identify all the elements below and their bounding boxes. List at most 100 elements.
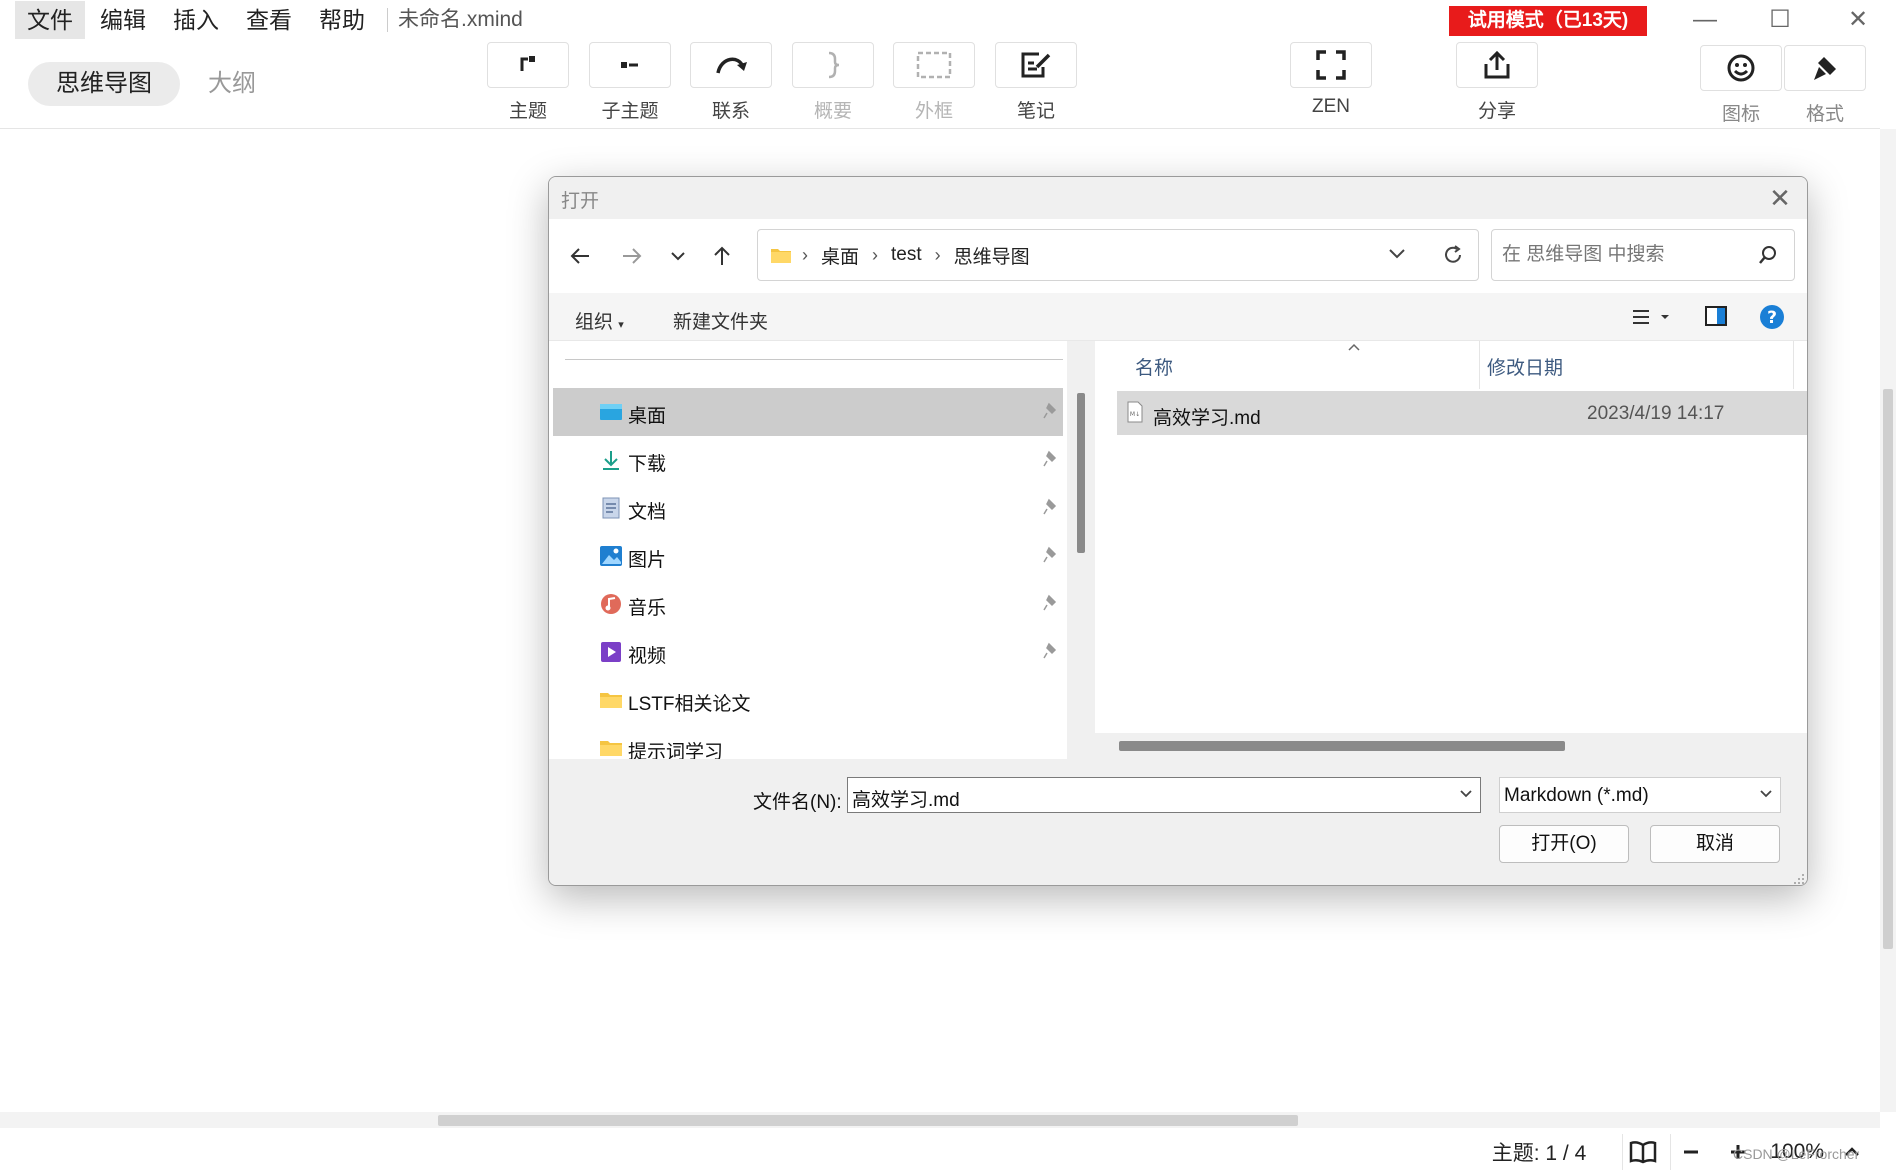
chevron-down-icon[interactable] (1458, 786, 1474, 802)
navpane-scrollbar[interactable] (1067, 341, 1095, 759)
canvas-horizontal-scrollbar[interactable] (0, 1112, 1880, 1128)
picture-icon (600, 546, 622, 566)
maximize-button[interactable]: ☐ (1760, 4, 1800, 36)
svg-text:?: ? (1767, 308, 1777, 328)
icon-panel-tool[interactable]: 图标 (1700, 45, 1782, 126)
new-folder-button[interactable]: 新建文件夹 (673, 307, 768, 334)
dialog-title: 打开 (561, 191, 600, 212)
tab-outline[interactable]: 大纲 (180, 62, 284, 106)
minimize-button[interactable]: — (1685, 4, 1725, 36)
menu-help[interactable]: 帮助 (307, 1, 377, 39)
search-box[interactable] (1491, 229, 1795, 281)
folder-icon (771, 249, 791, 263)
folder-icon (600, 693, 622, 708)
view-options-icon[interactable] (1631, 307, 1671, 332)
forward-button[interactable] (615, 239, 649, 273)
boundary-tool[interactable]: 外框 (893, 42, 975, 123)
address-history-chevron-icon[interactable] (1388, 246, 1406, 265)
share-tool[interactable]: 分享 (1456, 42, 1538, 123)
topic-count: 主题: 1 / 4 (1491, 1141, 1587, 1165)
zoom-out-button[interactable] (1670, 1133, 1710, 1170)
column-divider[interactable] (1479, 341, 1480, 389)
pin-icon (1043, 546, 1057, 563)
format-panel-label: 格式 (1805, 104, 1844, 125)
topic-tool-label: 主题 (508, 101, 547, 122)
menu-view[interactable]: 查看 (234, 1, 304, 39)
pin-icon (1043, 450, 1057, 467)
close-window-button[interactable]: ✕ (1838, 4, 1878, 36)
refresh-icon[interactable] (1442, 244, 1464, 271)
summary-brace-icon (828, 51, 840, 79)
filename-value[interactable]: 高效学习.md (852, 785, 960, 812)
topic-tool[interactable]: 主题 (487, 42, 569, 123)
column-header-name[interactable]: 名称 (1135, 353, 1173, 380)
summary-tool[interactable]: 概要 (792, 42, 874, 123)
breadcrumb-mindmap[interactable]: 思维导图 (954, 242, 1030, 269)
breadcrumb-separator: › (872, 244, 879, 265)
breadcrumb-desktop[interactable]: 桌面 (821, 242, 859, 269)
subtopic-icon (621, 62, 638, 68)
address-bar[interactable]: › 桌面 › test › 思维导图 (757, 229, 1479, 281)
dropdown-caret-icon: ▾ (618, 319, 624, 331)
sort-ascending-icon (1347, 339, 1361, 357)
filelist-scroll-thumb[interactable] (1119, 741, 1565, 751)
pin-icon (1043, 594, 1057, 611)
dialog-navigation-bar: › 桌面 › test › 思维导图 (549, 219, 1807, 293)
search-input[interactable] (1502, 244, 1752, 266)
desktop-icon (600, 404, 622, 420)
file-row[interactable]: M↓ 高效学习.md 2023/4/19 14:17 (1117, 391, 1807, 435)
filetype-value: Markdown (*.md) (1504, 785, 1649, 806)
subtopic-tool[interactable]: 子主题 (589, 42, 671, 123)
canvas-vertical-scrollbar[interactable] (1880, 129, 1896, 1112)
column-divider[interactable] (1793, 341, 1794, 389)
nav-item-desktop[interactable]: 桌面 (553, 388, 1063, 436)
organize-label: 组织 (575, 312, 614, 333)
cancel-button[interactable]: 取消 (1650, 825, 1780, 863)
file-name: 高效学习.md (1153, 408, 1261, 429)
navpane-scroll-thumb[interactable] (1077, 393, 1085, 553)
nav-item-documents[interactable]: 文档 (553, 484, 1063, 532)
vertical-scroll-thumb[interactable] (1883, 389, 1893, 949)
nav-item-music[interactable]: 音乐 (553, 580, 1063, 628)
resize-grip-icon[interactable] (1793, 873, 1805, 885)
format-panel-tool[interactable]: 格式 (1784, 45, 1866, 126)
note-tool[interactable]: 笔记 (995, 42, 1077, 123)
zen-tool[interactable]: ZEN (1290, 42, 1372, 118)
note-tool-label: 笔记 (1016, 101, 1055, 122)
boundary-icon (916, 51, 952, 79)
dialog-titlebar[interactable]: 打开 ✕ (549, 177, 1807, 219)
outline-book-icon[interactable] (1622, 1133, 1662, 1170)
filetype-select[interactable]: Markdown (*.md) (1499, 777, 1781, 813)
open-button[interactable]: 打开(O) (1499, 825, 1629, 863)
nav-item-label: LSTF相关论文 (628, 694, 751, 715)
organize-menu[interactable]: 组织 ▾ (575, 307, 624, 334)
tab-mindmap[interactable]: 思维导图 (28, 62, 180, 106)
status-bar: 主题: 1 / 4 100% (0, 1130, 1896, 1173)
icon-panel-label: 图标 (1721, 104, 1760, 125)
forward-arrow-icon (623, 248, 642, 264)
menu-edit[interactable]: 编辑 (88, 1, 158, 39)
navigation-pane: 桌面 下载 文档 图片 音乐 视频 LSTF相关论文 提示词学习 (549, 341, 1067, 763)
filelist-horizontal-scrollbar[interactable] (1095, 733, 1807, 759)
nav-item-downloads[interactable]: 下载 (553, 436, 1063, 484)
filename-combobox[interactable]: 高效学习.md (847, 777, 1481, 813)
nav-item-folder-lstf[interactable]: LSTF相关论文 (553, 676, 1063, 724)
horizontal-scroll-thumb[interactable] (438, 1115, 1298, 1126)
column-header-modified[interactable]: 修改日期 (1487, 353, 1563, 380)
trial-mode-badge[interactable]: 试用模式（已13天) (1449, 6, 1647, 36)
dialog-close-button[interactable]: ✕ (1765, 183, 1795, 213)
recent-locations-button[interactable] (661, 239, 695, 273)
help-icon[interactable]: ? (1759, 304, 1785, 335)
preview-pane-icon[interactable] (1705, 306, 1727, 331)
menu-file[interactable]: 文件 (15, 1, 85, 39)
paint-brush-icon (1814, 57, 1836, 80)
nav-item-pictures[interactable]: 图片 (553, 532, 1063, 580)
relationship-tool[interactable]: 联系 (690, 42, 772, 123)
pin-icon (1043, 498, 1057, 515)
nav-item-videos[interactable]: 视频 (553, 628, 1063, 676)
up-folder-button[interactable] (705, 239, 739, 273)
back-button[interactable] (563, 239, 597, 273)
menu-insert[interactable]: 插入 (161, 1, 231, 39)
up-arrow-icon (714, 246, 730, 265)
breadcrumb-test[interactable]: test (891, 244, 922, 266)
